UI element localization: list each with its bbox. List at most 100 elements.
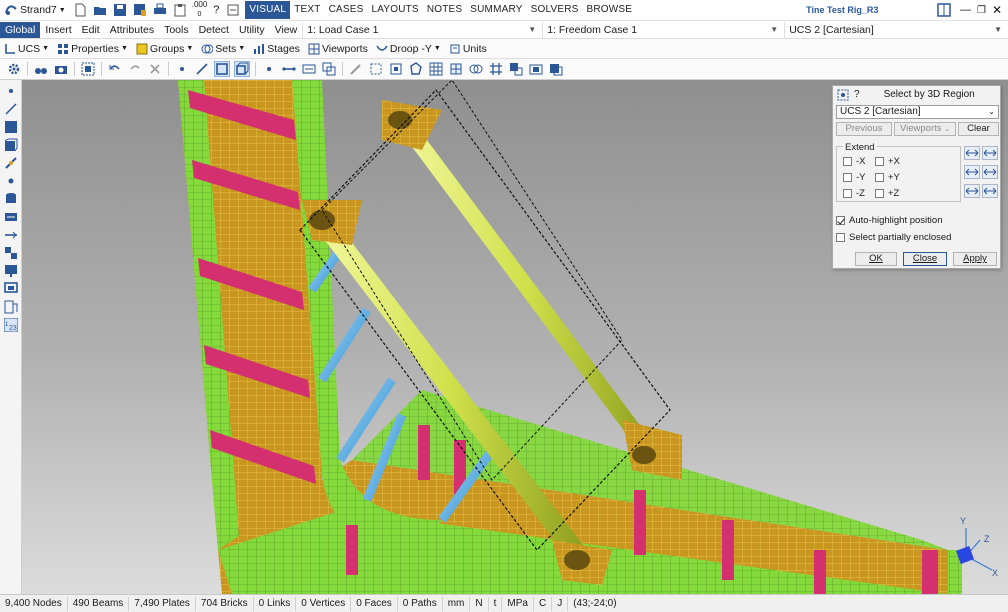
menu-insert[interactable]: Insert [40, 22, 76, 38]
cylinder-icon[interactable] [4, 192, 18, 206]
extend-neg-x-checkbox[interactable]: -X [843, 156, 866, 167]
help-icon[interactable]: ? [854, 89, 860, 100]
tab-visual[interactable]: VISUAL [245, 1, 291, 19]
move-region-arrows-icon[interactable] [982, 184, 998, 198]
clear-button[interactable]: Clear [958, 122, 999, 136]
freedom-case-select[interactable]: 1: Freedom Case 1 ▼ [542, 21, 784, 38]
tab-solvers[interactable]: SOLVERS [527, 1, 583, 19]
transform-icon[interactable] [529, 62, 543, 76]
app-menu-button[interactable]: Strand7 ▼ [0, 1, 70, 19]
display-options-icon[interactable] [549, 62, 563, 76]
menu-utility[interactable]: Utility [234, 22, 270, 38]
minimize-icon[interactable]: — [960, 4, 971, 16]
clipboard-icon[interactable] [173, 3, 187, 17]
mesh-tools-icon[interactable] [509, 62, 523, 76]
close-button[interactable]: Close [903, 252, 947, 266]
viewports-button[interactable]: Viewports ⌄ [894, 122, 956, 136]
options-icon[interactable] [226, 3, 240, 17]
menu-attributes[interactable]: Attributes [105, 22, 159, 38]
tab-summary[interactable]: SUMMARY [466, 1, 526, 19]
move-region-arrows-icon[interactable] [982, 146, 998, 160]
sets-button[interactable]: Sets ▼ [197, 40, 249, 58]
print-icon[interactable] [153, 3, 167, 17]
stages-button[interactable]: Stages [249, 40, 304, 58]
beam-icon[interactable] [195, 62, 209, 76]
move-region-arrows-icon[interactable] [964, 146, 980, 160]
point-icon[interactable] [4, 174, 18, 188]
hash-grid-icon[interactable] [489, 62, 503, 76]
open-folder-icon[interactable] [93, 3, 107, 17]
delete-icon[interactable] [148, 62, 162, 76]
save-as-icon[interactable] [133, 3, 147, 17]
menu-tools[interactable]: Tools [159, 22, 194, 38]
load-icon[interactable] [4, 264, 18, 278]
polygon-select-icon[interactable] [409, 62, 423, 76]
plate-icon[interactable] [214, 61, 230, 77]
viewports-button[interactable]: Viewports [304, 40, 372, 58]
menu-global[interactable]: Global [0, 21, 41, 38]
camera-icon[interactable] [54, 62, 68, 76]
move-region-arrows-icon[interactable] [964, 165, 980, 179]
pencil-icon[interactable] [349, 62, 363, 76]
menu-view[interactable]: View [270, 22, 303, 38]
ucs-button[interactable]: UCS ▼ [0, 40, 53, 58]
extend-pos-z-checkbox[interactable]: +Z [875, 188, 899, 199]
node-icon[interactable] [4, 84, 18, 98]
link-icon[interactable] [282, 62, 296, 76]
plate-icon[interactable] [4, 120, 18, 134]
link-icon[interactable] [4, 228, 18, 242]
extend-pos-x-checkbox[interactable]: +X [875, 156, 900, 167]
undo-icon[interactable] [108, 62, 122, 76]
load-case-select[interactable]: 1: Load Case 1 ▼ [302, 21, 542, 38]
beam-icon[interactable] [4, 102, 18, 116]
extend-neg-y-checkbox[interactable]: -Y [843, 172, 866, 183]
region-select-icon[interactable] [369, 62, 383, 76]
auto-highlight-checkbox[interactable]: Auto-highlight position [836, 215, 942, 226]
previous-button[interactable]: Previous [836, 122, 892, 136]
move-region-arrows-icon[interactable] [982, 165, 998, 179]
new-file-icon[interactable] [73, 3, 87, 17]
attribute-icon[interactable] [4, 246, 18, 260]
tab-text[interactable]: TEXT [290, 1, 324, 19]
close-icon[interactable]: ✕ [992, 3, 1002, 17]
brick-icon[interactable] [234, 61, 250, 77]
status-unit-stress[interactable]: MPa [502, 596, 534, 611]
help-icon[interactable]: ? [209, 1, 223, 19]
status-unit-energy[interactable]: J [552, 596, 569, 611]
tab-layouts[interactable]: LAYOUTS [367, 1, 422, 19]
face-icon[interactable] [302, 62, 316, 76]
box-select-icon[interactable] [389, 62, 403, 76]
groups-button[interactable]: Groups ▼ [132, 40, 197, 58]
brick-icon[interactable] [4, 138, 18, 152]
status-unit-mass[interactable]: t [489, 596, 503, 611]
droop-button[interactable]: Droop -Y ▼ [372, 40, 445, 58]
numbering-icon[interactable]: 1 23 [4, 318, 18, 332]
status-unit-length[interactable]: mm [443, 596, 471, 611]
restore-icon[interactable]: ❐ [977, 5, 986, 16]
display-icon[interactable] [4, 282, 18, 296]
tab-browse[interactable]: BROWSE [583, 1, 637, 19]
select-partially-enclosed-checkbox[interactable]: Select partially enclosed [836, 232, 951, 243]
ok-button[interactable]: OK [855, 252, 897, 266]
tab-cases[interactable]: CASES [325, 1, 368, 19]
redo-icon[interactable] [128, 62, 142, 76]
tab-notes[interactable]: NOTES [423, 1, 466, 19]
apply-button[interactable]: Apply [953, 252, 997, 266]
dialog-ucs-select[interactable]: UCS 2 [Cartesian] ⌄ [836, 105, 999, 119]
sets-icon[interactable] [469, 62, 483, 76]
subdivide-icon[interactable] [449, 62, 463, 76]
extend-neg-z-checkbox[interactable]: -Z [843, 188, 865, 199]
units-button[interactable]: Units [445, 40, 491, 58]
ucs-select[interactable]: UCS 2 [Cartesian] ▼ [784, 21, 1008, 38]
path-icon[interactable] [4, 156, 18, 170]
node-icon[interactable] [175, 62, 189, 76]
face-icon[interactable] [4, 210, 18, 224]
extend-pos-y-checkbox[interactable]: +Y [875, 172, 900, 183]
clip-icon[interactable] [4, 300, 18, 314]
select-grid-icon[interactable] [81, 62, 95, 76]
mesh-icon[interactable] [429, 62, 443, 76]
status-unit-force[interactable]: N [470, 596, 489, 611]
status-unit-temperature[interactable]: C [534, 596, 553, 611]
save-icon[interactable] [113, 3, 127, 17]
copy-icon[interactable] [322, 62, 336, 76]
